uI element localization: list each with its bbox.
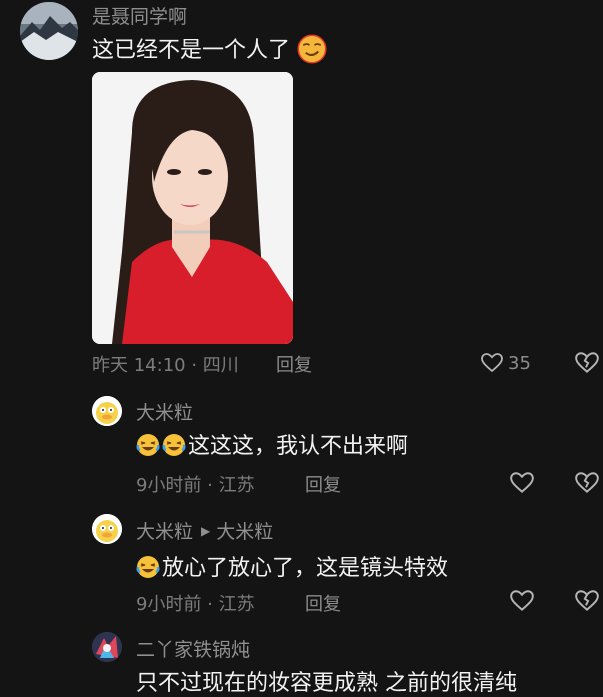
avatar[interactable] xyxy=(20,2,78,60)
reply-time-location: 9小时前 · 江苏 xyxy=(136,475,255,496)
reply-reply-button[interactable]: 回复 xyxy=(305,590,341,616)
dislike-heart-icon[interactable] xyxy=(574,470,600,496)
duck-avatar-image xyxy=(92,396,122,426)
comment-time-location: 昨天 14:10 · 四川 xyxy=(92,355,239,376)
smirk-emoji-icon xyxy=(297,34,327,64)
reply-to-arrow-icon: ▶ xyxy=(201,523,211,538)
comment-photo[interactable] xyxy=(92,72,293,344)
reply-username[interactable]: 大米粒 xyxy=(136,398,193,425)
laugh-cry-emoji-icon xyxy=(136,434,160,456)
comment-reply-button[interactable]: 回复 xyxy=(276,351,312,377)
comment-text: 这已经不是一个人了 xyxy=(92,38,291,63)
reply-avatar[interactable] xyxy=(92,514,122,544)
dislike-heart-icon[interactable] xyxy=(574,588,600,614)
reply-text-row: 这这这，我认不出来啊 xyxy=(136,428,408,460)
duck-avatar-image xyxy=(92,514,122,544)
reply-time-location: 9小时前 · 江苏 xyxy=(136,594,255,615)
laugh-cry-emoji-icon xyxy=(136,556,160,578)
reply-text: 只不过现在的妆容更成熟 之前的很清纯 xyxy=(136,671,517,696)
reply-avatar[interactable] xyxy=(92,632,122,662)
anime-avatar-image xyxy=(92,632,122,662)
laugh-cry-emoji-icon xyxy=(162,434,186,456)
heart-icon[interactable] xyxy=(509,588,535,614)
portrait-photo-image xyxy=(92,72,293,344)
reply-avatar[interactable] xyxy=(92,396,122,426)
heart-icon[interactable] xyxy=(509,470,535,496)
comment-username[interactable]: 是聂同学啊 xyxy=(92,2,187,29)
dislike-heart-icon[interactable] xyxy=(574,350,600,376)
reply-reply-button[interactable]: 回复 xyxy=(305,471,341,497)
comment-text-row: 这已经不是一个人了 xyxy=(92,32,329,64)
reply-text: 放心了放心了，这是镜头特效 xyxy=(162,556,449,581)
reply-text: 这这这，我认不出来啊 xyxy=(188,434,409,459)
heart-icon xyxy=(481,353,503,373)
like-count: 35 xyxy=(508,352,531,374)
comment-like-button[interactable]: 35 xyxy=(480,349,531,377)
avatar-landscape-image xyxy=(20,2,78,60)
reply-username[interactable]: 二丫家铁锅炖 xyxy=(136,635,250,662)
reply-username[interactable]: 大米粒 xyxy=(136,517,193,544)
reply-to-username[interactable]: 大米粒 xyxy=(216,517,273,544)
reply-username-row: 大米粒 ▶ 大米粒 xyxy=(136,517,273,544)
reply-text-row: 放心了放心了，这是镜头特效 xyxy=(136,550,448,582)
